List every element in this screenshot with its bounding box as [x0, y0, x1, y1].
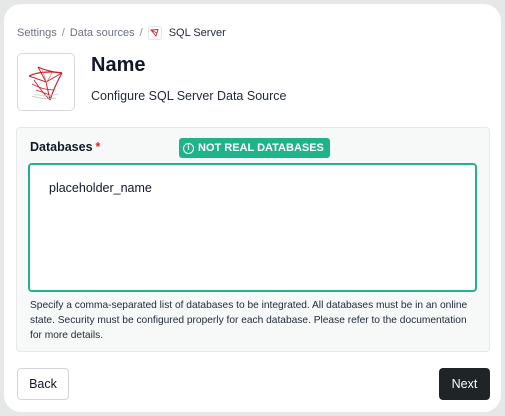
- sql-server-logo-icon: [17, 53, 75, 111]
- databases-input[interactable]: placeholder_name: [28, 163, 477, 292]
- required-marker: *: [95, 140, 101, 154]
- databases-label-text: Databases: [30, 140, 93, 154]
- databases-label: Databases *: [30, 140, 100, 154]
- databases-help-text: Specify a comma-separated list of databa…: [30, 300, 468, 341]
- next-button[interactable]: Next: [439, 368, 490, 400]
- page-title: Name: [91, 54, 146, 76]
- back-button[interactable]: Back: [17, 368, 69, 400]
- dialog-frame: Settings / Data sources / SQL Server Nam…: [4, 4, 501, 412]
- sql-server-icon: [147, 26, 162, 40]
- not-real-databases-badge: i NOT REAL DATABASES: [179, 138, 330, 158]
- databases-panel: Databases * i NOT REAL DATABASES placehol…: [16, 127, 490, 352]
- badge-text: NOT REAL DATABASES: [198, 142, 324, 154]
- breadcrumb: Settings / Data sources / SQL Server: [17, 26, 226, 40]
- breadcrumb-settings[interactable]: Settings: [17, 27, 57, 39]
- breadcrumb-current: SQL Server: [168, 27, 226, 39]
- breadcrumb-separator: /: [139, 27, 143, 39]
- info-icon: i: [183, 142, 194, 154]
- breadcrumb-separator: /: [61, 27, 65, 39]
- page-subtitle: Configure SQL Server Data Source: [91, 89, 287, 103]
- breadcrumb-data-sources[interactable]: Data sources: [70, 27, 135, 39]
